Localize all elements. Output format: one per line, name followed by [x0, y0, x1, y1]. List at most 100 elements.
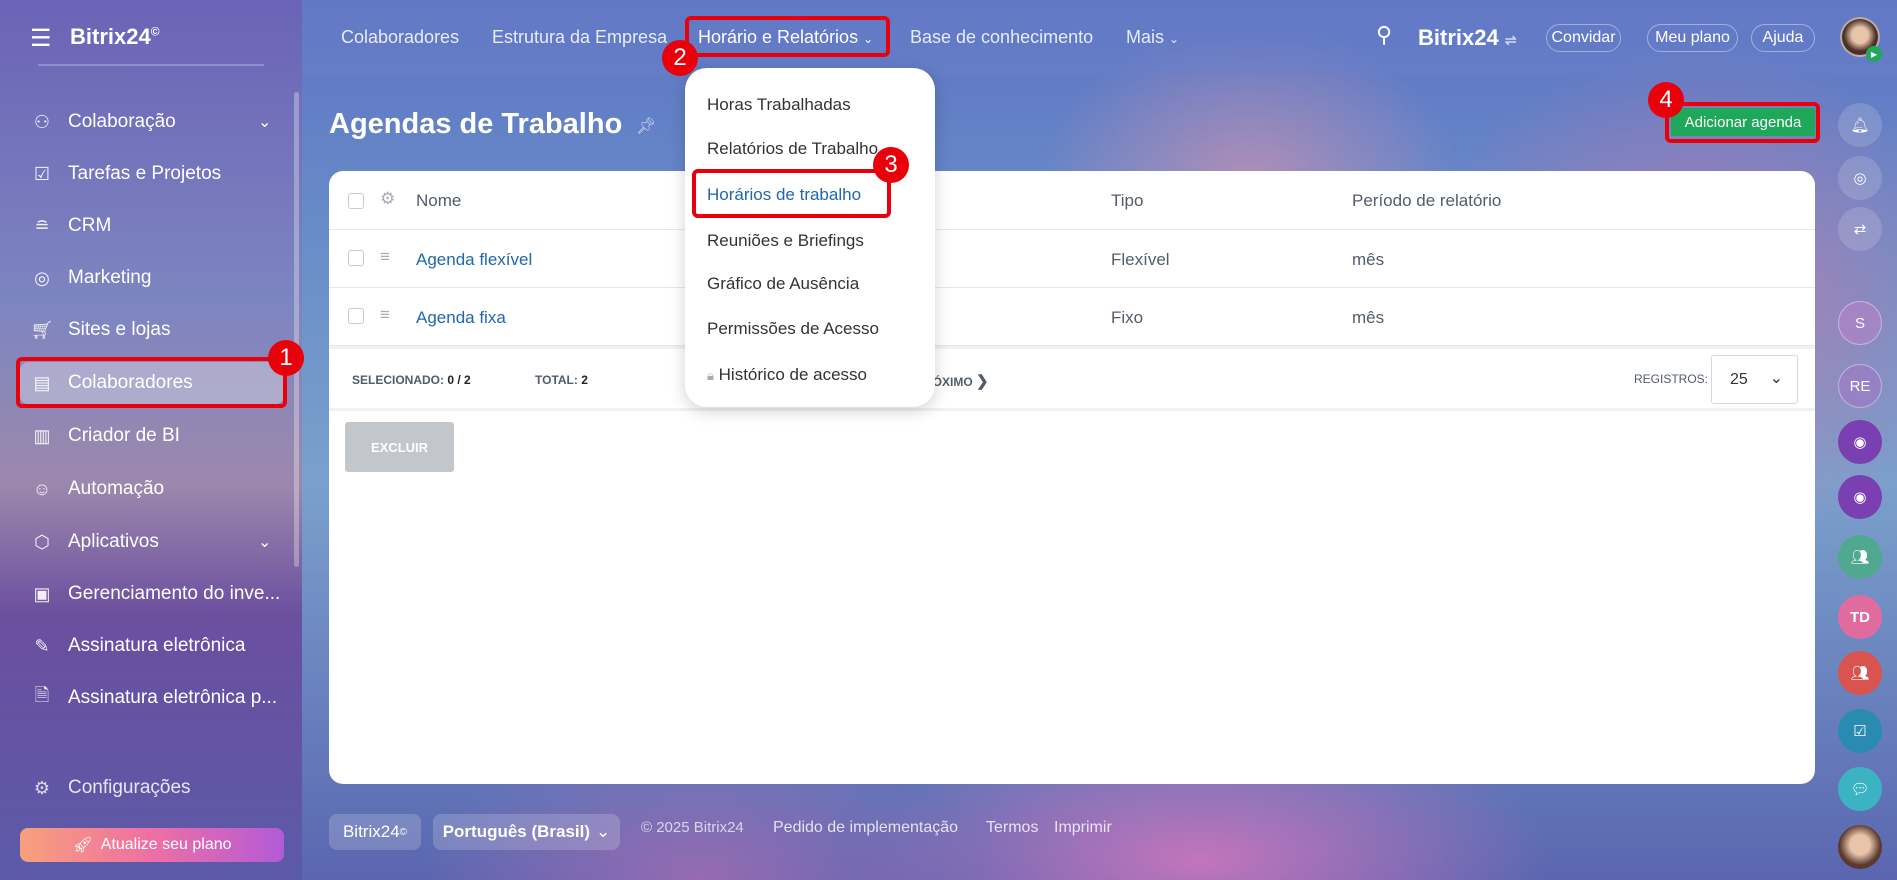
sidebar-item-crm[interactable]: ≘ CRM — [30, 206, 111, 246]
terms-link[interactable]: Termos — [986, 819, 1038, 837]
sidebar-item-marketing[interactable]: ◎ Marketing — [30, 258, 151, 298]
sidebar-item-sites[interactable]: 🛒︎ Sites e lojas — [30, 310, 171, 350]
invite-button[interactable]: Convidar — [1546, 24, 1621, 52]
inventory-icon: ▣ — [33, 583, 51, 604]
annotation-badge-3: 3 — [873, 147, 909, 183]
schedules-table: ⚙ Nome Tipo Período de relatório ≡ Agend… — [329, 171, 1815, 784]
schedule-link[interactable]: Agenda flexível — [416, 250, 532, 270]
drag-handle-icon[interactable]: ≡ — [380, 305, 390, 325]
marketing-icon: ◎ — [34, 267, 50, 288]
copilot-chat-icon[interactable]: ◉ — [1838, 475, 1882, 519]
group-icon[interactable]: 👥︎ — [1838, 535, 1882, 579]
sidebar-item-label: Assinatura eletrônica — [68, 635, 246, 656]
selected-value: 0 / 2 — [447, 373, 471, 387]
copilot-chat-icon[interactable]: ◉ — [1838, 420, 1882, 464]
plan-button[interactable]: Meu plano — [1647, 24, 1738, 52]
upgrade-button[interactable]: 🚀︎ Atualize seu plano — [20, 828, 284, 862]
schedule-period: mês — [1352, 308, 1385, 327]
chat-transfer-icon[interactable]: ⇄ — [1838, 207, 1882, 251]
language-select[interactable]: Português (Brasil) ⌄ — [433, 814, 620, 850]
brand-switch[interactable]: Bitrix24 ⇌ — [1418, 25, 1517, 51]
nav-base-conhecimento[interactable]: Base de conhecimento — [910, 27, 1093, 48]
table-row: ≡ Agenda fixa Fixo mês — [329, 288, 1815, 346]
cart-icon: 🛒︎ — [30, 319, 54, 340]
nav-label: Mais — [1126, 27, 1165, 47]
chevron-down-icon: ⌄ — [1169, 32, 1180, 46]
sidebar-item-automacao[interactable]: ☺ Automação — [30, 469, 164, 509]
annotation-badge-1: 1 — [268, 340, 304, 376]
chevron-down-icon[interactable]: ⌄ — [258, 112, 271, 132]
group-icon[interactable]: 👥︎ — [1838, 651, 1882, 695]
logo[interactable]: Bitrix24© — [70, 24, 160, 50]
messages-icon[interactable]: 💬︎ — [1838, 767, 1882, 811]
column-period[interactable]: Período de relatório — [1352, 191, 1501, 211]
tasks-icon: ☑ — [33, 163, 51, 184]
user-avatar[interactable] — [1838, 825, 1882, 869]
annotation-box-4 — [1665, 102, 1820, 143]
nav-colaboradores[interactable]: Colaboradores — [341, 27, 459, 48]
menu-item-horas[interactable]: Horas Trabalhadas — [707, 95, 851, 115]
nav-mais[interactable]: Mais ⌄ — [1126, 27, 1179, 48]
table-header: ⚙ Nome Tipo Período de relatório — [329, 171, 1815, 230]
language-value: Português (Brasil) — [442, 822, 591, 841]
column-type[interactable]: Tipo — [1111, 191, 1143, 211]
sidebar-item-tarefas[interactable]: ☑ Tarefas e Projetos — [30, 154, 221, 194]
chat-avatar-re[interactable]: RE — [1838, 364, 1882, 408]
collab-icon: ⚇ — [33, 111, 51, 132]
divider — [38, 64, 264, 66]
sidebar-item-colaboracao[interactable]: ⚇ Colaboração — [30, 102, 176, 142]
help-button[interactable]: Ajuda — [1751, 24, 1815, 52]
gear-icon[interactable]: ⚙ — [380, 189, 395, 209]
column-name[interactable]: Nome — [416, 191, 461, 211]
footer-brand[interactable]: Bitrix24 © — [329, 814, 421, 850]
total-value: 2 — [581, 373, 588, 387]
records-select[interactable]: 25 ⌄ — [1711, 355, 1798, 404]
table-footer: SELECIONADO: 0 / 2 TOTAL: 2 PRÓXIMO ❯ RE… — [329, 346, 1815, 411]
sidebar-item-bi[interactable]: ▥ Criador de BI — [30, 416, 180, 456]
table-row: ≡ Agenda flexível Flexível mês — [329, 230, 1815, 288]
search-icon[interactable]: ⚲ — [1376, 22, 1392, 48]
copilot-icon[interactable]: ◎ — [1838, 156, 1882, 200]
sidebar-item-configuracoes[interactable]: ⚙ Configurações — [30, 768, 191, 808]
annotation-box-3 — [692, 169, 891, 218]
chat-avatar-s[interactable]: S — [1838, 301, 1882, 345]
bell-icon[interactable]: 🔔︎ — [1838, 103, 1882, 147]
row-checkbox[interactable] — [348, 308, 364, 324]
settings-sliders-icon: ⇌ — [1504, 32, 1517, 48]
menu-item-reunioes[interactable]: Reuniões e Briefings — [707, 231, 864, 251]
sidebar-item-assinatura-p[interactable]: 🗎︎ Assinatura eletrônica p... — [30, 678, 277, 718]
print-link[interactable]: Imprimir — [1054, 819, 1112, 837]
sidebar-item-label: Tarefas e Projetos — [68, 163, 222, 184]
menu-icon[interactable]: ☰ — [30, 24, 52, 53]
annotation-box-1 — [16, 357, 287, 408]
sidebar-item-label: CRM — [68, 215, 112, 236]
sidebar-item-label: Automação — [68, 478, 165, 499]
implementation-link[interactable]: Pedido de implementação — [773, 819, 958, 837]
menu-item-permissoes[interactable]: Permissões de Acesso — [707, 319, 879, 339]
chevron-down-icon[interactable]: ⌄ — [258, 532, 271, 552]
sidebar-item-inventario[interactable]: ▣ Gerenciamento do inve... — [30, 574, 280, 614]
select-all-checkbox[interactable] — [348, 193, 364, 209]
chevron-down-icon: ⌄ — [596, 822, 611, 841]
chat-avatar-td[interactable]: TD — [1838, 595, 1882, 639]
sidebar-item-aplicativos[interactable]: ⬡ Aplicativos — [30, 522, 159, 562]
row-checkbox[interactable] — [348, 250, 364, 266]
selected-label: SELECIONADO: — [352, 373, 445, 387]
menu-item-relatorios[interactable]: Relatórios de Trabalho — [707, 139, 878, 159]
sidebar-item-label: Criador de BI — [68, 425, 180, 446]
schedule-link[interactable]: Agenda fixa — [416, 308, 506, 328]
sidebar-scrollbar[interactable] — [294, 92, 299, 567]
menu-item-historico[interactable]: 🔒︎ Histórico de acesso — [707, 365, 867, 385]
total-label: TOTAL: — [535, 373, 578, 387]
drag-handle-icon[interactable]: ≡ — [380, 247, 390, 267]
sidebar-item-label: Sites e lojas — [68, 319, 171, 340]
sidebar-item-assinatura[interactable]: ✎ Assinatura eletrônica — [30, 626, 245, 666]
nav-estrutura[interactable]: Estrutura da Empresa — [492, 27, 667, 48]
schedule-type: Flexível — [1111, 250, 1170, 269]
annotation-box-2 — [685, 16, 890, 57]
play-icon: ▶ — [1866, 46, 1882, 62]
delete-button[interactable]: EXCLUIR — [345, 422, 454, 472]
tasks-chat-icon[interactable]: ☑ — [1838, 709, 1882, 753]
pin-icon[interactable]: 📌︎ — [636, 116, 656, 136]
menu-item-ausencia[interactable]: Gráfico de Ausência — [707, 274, 859, 294]
